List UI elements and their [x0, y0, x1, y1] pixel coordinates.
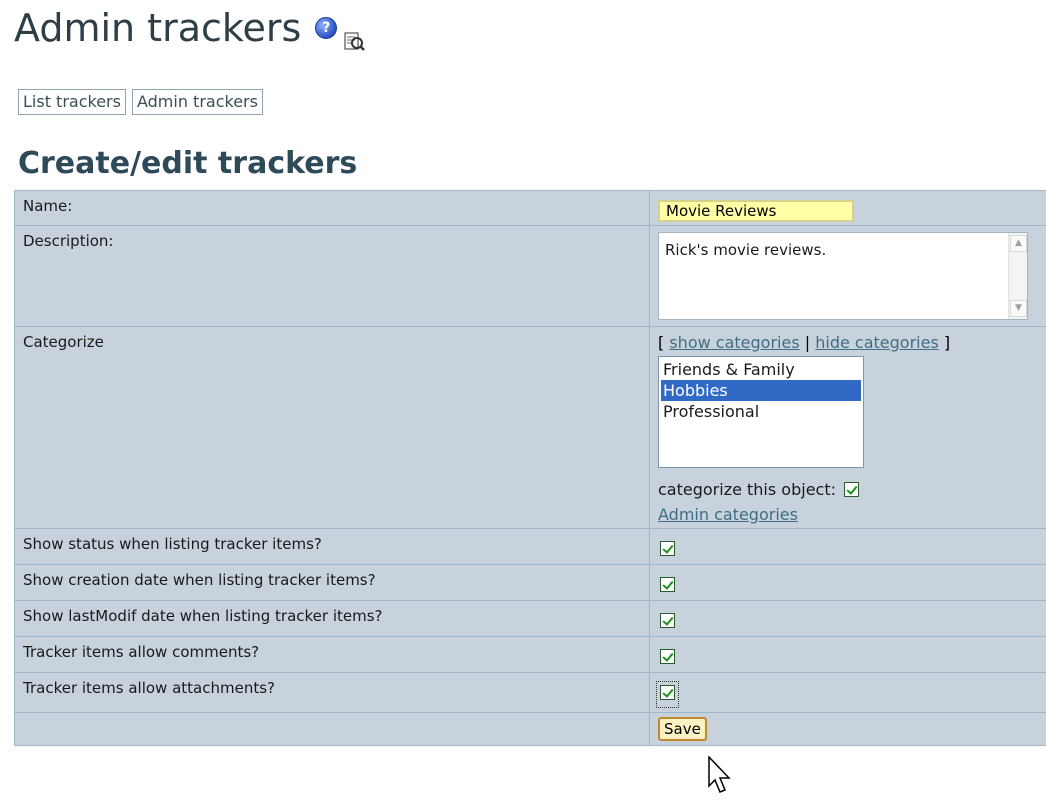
link-separator: | — [804, 333, 811, 352]
focus-ring — [656, 681, 679, 708]
description-text: Rick's movie reviews. — [665, 241, 827, 259]
admin-trackers-button[interactable]: Admin trackers — [131, 89, 263, 115]
categorize-field-cell: [ show categories | hide categories ] Fr… — [649, 326, 1046, 529]
edit-icon[interactable] — [343, 17, 366, 51]
option-label: Tracker items allow comments? — [14, 636, 650, 673]
option-label: Show lastModif date when listing tracker… — [14, 600, 650, 637]
page-title: Admin trackers ? — [14, 6, 366, 51]
option-cell — [649, 528, 1046, 565]
scroll-up-icon[interactable]: ▲ — [1010, 235, 1027, 252]
categorize-object-checkbox[interactable] — [844, 482, 859, 497]
allow-attachments-checkbox[interactable] — [660, 685, 675, 700]
category-option[interactable]: Friends & Family — [661, 359, 861, 380]
categorize-row: Categorize [ show categories | hide cate… — [14, 326, 1046, 529]
option-row: Show lastModif date when listing tracker… — [14, 600, 1046, 637]
category-option[interactable]: Professional — [661, 401, 861, 422]
description-row: Description: Rick's movie reviews. ▲ ▼ — [14, 225, 1046, 327]
option-row: Show status when listing tracker items? — [14, 528, 1046, 565]
option-cell — [649, 636, 1046, 673]
help-icon[interactable]: ? — [315, 17, 338, 39]
nav-bar: List trackers Admin trackers — [18, 89, 263, 115]
categorize-object-row: categorize this object: — [658, 480, 1045, 499]
allow-comments-checkbox[interactable] — [660, 649, 675, 664]
option-label: Show creation date when listing tracker … — [14, 564, 650, 601]
name-input[interactable] — [658, 200, 854, 222]
scroll-down-icon[interactable]: ▼ — [1010, 300, 1027, 317]
category-links: [ show categories | hide categories ] — [658, 333, 1045, 352]
save-button[interactable]: Save — [658, 717, 707, 741]
option-label: Tracker items allow attachments? — [14, 672, 650, 713]
show-lastmodif-checkbox[interactable] — [660, 613, 675, 628]
show-categories-link[interactable]: show categories — [669, 333, 799, 352]
name-row: Name: — [14, 190, 1046, 226]
categories-listbox[interactable]: Friends & Family Hobbies Professional — [658, 356, 864, 468]
option-row: Show creation date when listing tracker … — [14, 564, 1046, 601]
description-label: Description: — [14, 225, 650, 327]
empty-cell — [14, 712, 650, 746]
save-cell: Save — [649, 712, 1046, 746]
show-creation-date-checkbox[interactable] — [660, 577, 675, 592]
option-label: Show status when listing tracker items? — [14, 528, 650, 565]
save-row: Save — [14, 712, 1046, 746]
admin-categories-link[interactable]: Admin categories — [658, 505, 1045, 524]
hide-categories-link[interactable]: hide categories — [815, 333, 939, 352]
option-cell — [649, 672, 1046, 713]
option-row: Tracker items allow comments? — [14, 636, 1046, 673]
page-title-text: Admin trackers — [14, 6, 302, 50]
description-textarea[interactable]: Rick's movie reviews. ▲ ▼ — [658, 232, 1028, 320]
mouse-pointer-icon — [708, 756, 731, 793]
categorize-label: Categorize — [14, 326, 650, 529]
open-bracket: [ — [658, 333, 665, 352]
textarea-scrollbar[interactable]: ▲ ▼ — [1008, 233, 1027, 319]
option-cell — [649, 564, 1046, 601]
option-cell — [649, 600, 1046, 637]
close-bracket: ] — [943, 333, 951, 352]
option-row: Tracker items allow attachments? — [14, 672, 1046, 713]
show-status-checkbox[interactable] — [660, 541, 675, 556]
description-field-cell: Rick's movie reviews. ▲ ▼ — [649, 225, 1046, 327]
category-option-selected[interactable]: Hobbies — [661, 380, 861, 401]
name-label: Name: — [14, 190, 650, 226]
section-title: Create/edit trackers — [18, 146, 358, 181]
list-trackers-button[interactable]: List trackers — [18, 89, 126, 115]
name-field-cell — [649, 190, 1046, 226]
tracker-form-table: Name: Description: Rick's movie reviews.… — [14, 190, 1046, 746]
categorize-object-label: categorize this object: — [658, 480, 836, 499]
